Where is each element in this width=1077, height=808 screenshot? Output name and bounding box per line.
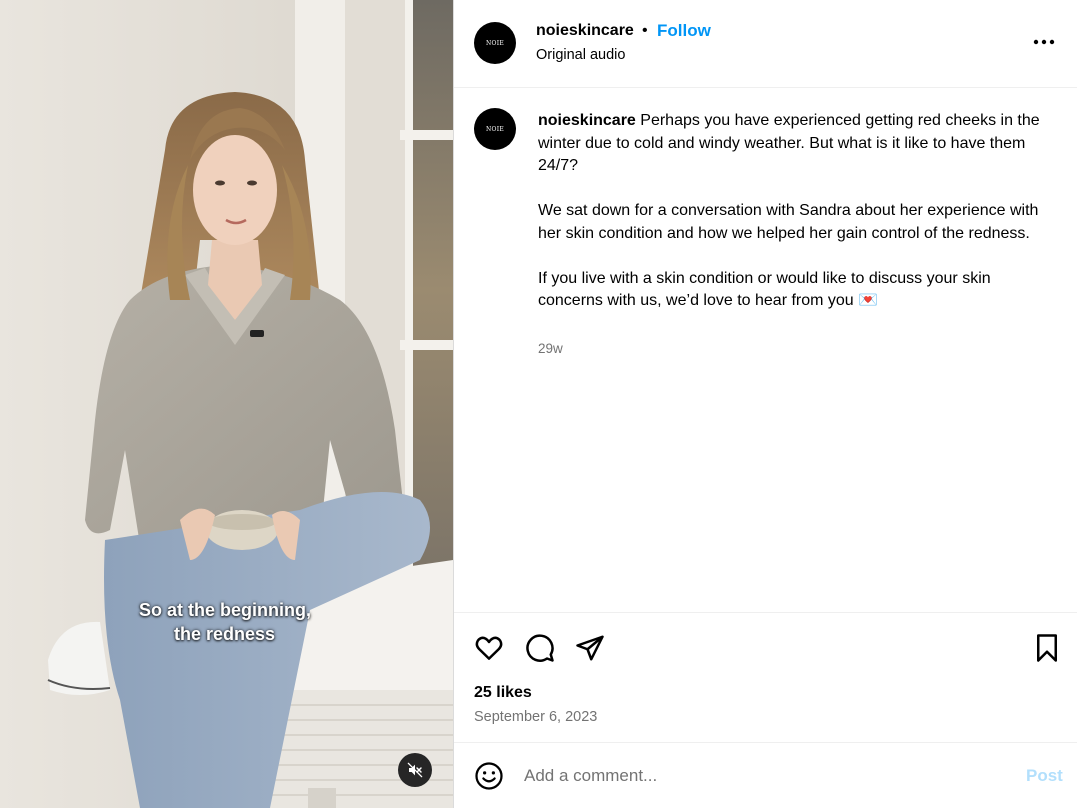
comment-input[interactable] xyxy=(524,763,1004,789)
caption-paragraph-3: If you live with a skin condition or wou… xyxy=(538,269,991,310)
subtitle-line-1: So at the beginning, xyxy=(139,600,311,620)
post-date: September 6, 2023 xyxy=(474,709,598,725)
subtitle-line-2: the redness xyxy=(173,624,276,644)
video-subtitle: So at the beginning, the redness xyxy=(0,598,453,646)
video-player[interactable]: So at the beginning, the redness xyxy=(0,0,453,808)
comment-icon[interactable] xyxy=(525,633,555,663)
caption-username-link[interactable]: noieskincare xyxy=(538,112,636,129)
caption-avatar-text: NOIE xyxy=(485,125,505,133)
caption-paragraph-1: noieskincare Perhaps you have experience… xyxy=(538,110,1048,178)
speaker-muted-icon xyxy=(407,762,423,778)
separator-dot: • xyxy=(642,22,648,39)
post-age[interactable]: 29w xyxy=(538,341,563,356)
likes-count[interactable]: 25 likes xyxy=(474,684,532,702)
emoji-icon[interactable] xyxy=(474,761,504,791)
video-frame xyxy=(0,0,453,808)
heart-icon[interactable] xyxy=(474,633,504,663)
bookmark-icon[interactable] xyxy=(1032,633,1062,663)
audio-link[interactable]: Original audio xyxy=(536,47,625,63)
more-options-icon[interactable] xyxy=(1032,32,1056,52)
post-comment-button[interactable]: Post xyxy=(1026,766,1063,786)
caption-paragraph-2: We sat down for a conversation with Sand… xyxy=(538,202,1039,242)
post-actions: 25 likes September 6, 2023 xyxy=(454,612,1077,743)
share-icon[interactable] xyxy=(575,633,605,663)
mute-toggle-button[interactable] xyxy=(398,753,432,787)
caption-avatar[interactable]: NOIE xyxy=(474,108,516,150)
header-username-link[interactable]: noieskincare xyxy=(536,22,634,40)
avatar-text: NOIE xyxy=(485,39,505,47)
post-details-panel: NOIE noieskincare • Follow Original audi… xyxy=(453,0,1077,808)
post-header: NOIE noieskincare • Follow Original audi… xyxy=(454,0,1077,88)
caption-text: noieskincare Perhaps you have experience… xyxy=(538,110,1048,313)
comment-bar: Post xyxy=(454,743,1077,808)
follow-button[interactable]: Follow xyxy=(657,21,711,41)
avatar[interactable]: NOIE xyxy=(474,22,516,64)
